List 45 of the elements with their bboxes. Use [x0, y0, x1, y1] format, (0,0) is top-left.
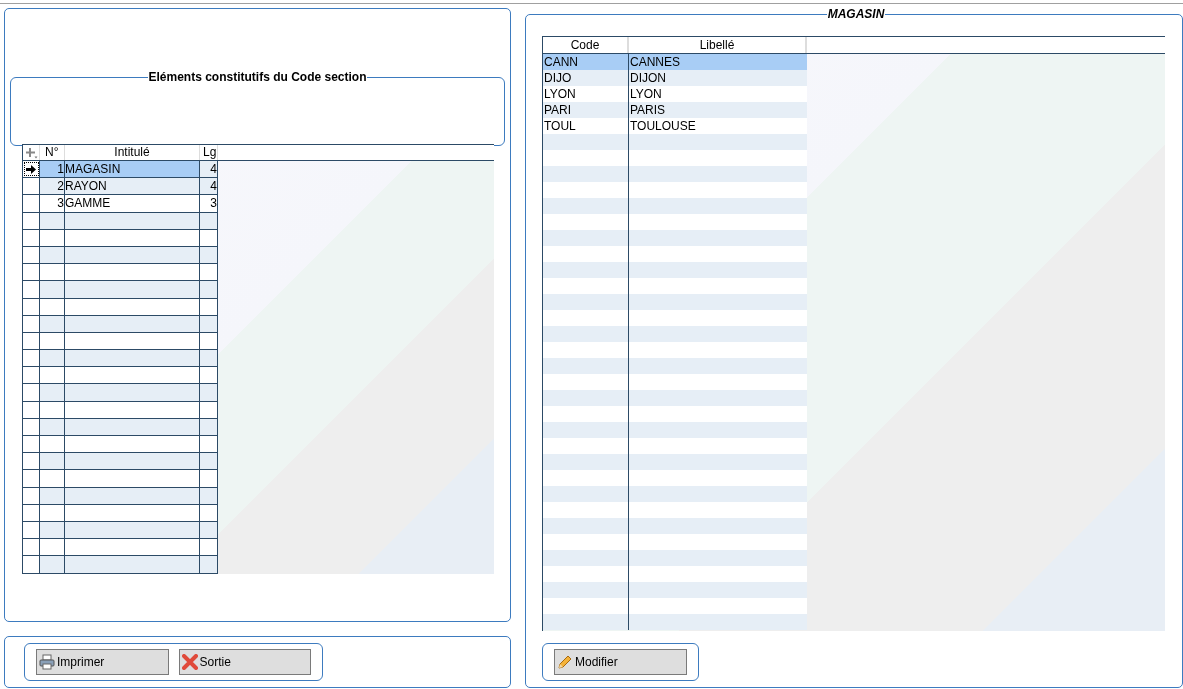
row-header[interactable]: [23, 264, 40, 281]
table-cell: 3: [200, 195, 218, 212]
group-title: Eléments constitutifs du Code section: [148, 70, 367, 84]
add-icon[interactable]: [24, 146, 38, 159]
table-cell: PARI: [543, 102, 629, 118]
print-button[interactable]: Imprimer: [36, 649, 169, 675]
row-header[interactable]: [23, 367, 40, 384]
table-cell: GAMME: [65, 195, 200, 212]
table-cell: RAYON: [65, 178, 200, 195]
table-cell: DIJON: [629, 70, 807, 86]
arrow-icon: [26, 164, 36, 174]
table-cell: 1: [40, 161, 65, 178]
column-header: N°: [40, 145, 65, 160]
row-header[interactable]: [23, 350, 40, 367]
exit-button[interactable]: Sortie: [178, 649, 311, 675]
row-header[interactable]: [23, 556, 40, 573]
close-icon: [181, 654, 198, 670]
row-header[interactable]: [23, 178, 40, 195]
table-cell: 3: [40, 195, 65, 212]
table-cell: CANNES: [629, 54, 807, 70]
table-cell: CANN: [543, 54, 629, 70]
row-header[interactable]: [23, 384, 40, 401]
panel-title: MAGASIN: [826, 7, 886, 21]
printer-icon: [39, 654, 55, 670]
table-cell: 2: [40, 178, 65, 195]
pencil-icon: [557, 654, 573, 670]
column-header: Lg: [200, 145, 218, 160]
row-header[interactable]: [23, 195, 40, 212]
table-cell: DIJO: [543, 70, 629, 86]
column-header: Intitulé: [65, 145, 200, 160]
row-header[interactable]: [23, 281, 40, 298]
edit-button[interactable]: Modifier: [554, 649, 687, 675]
row-header[interactable]: [23, 161, 40, 178]
row-header[interactable]: [23, 453, 40, 470]
table-cell: TOUL: [543, 118, 629, 134]
row-header[interactable]: [23, 436, 40, 453]
table-cell: 4: [200, 178, 218, 195]
row-header[interactable]: [23, 539, 40, 556]
table-cell: 4: [200, 161, 218, 178]
row-header[interactable]: [23, 470, 40, 487]
table-cell: LYON: [543, 86, 629, 102]
table-cell: TOULOUSE: [629, 118, 807, 134]
table-cell: PARIS: [629, 102, 807, 118]
table-cell: LYON: [629, 86, 807, 102]
table-cell: MAGASIN: [65, 161, 200, 178]
